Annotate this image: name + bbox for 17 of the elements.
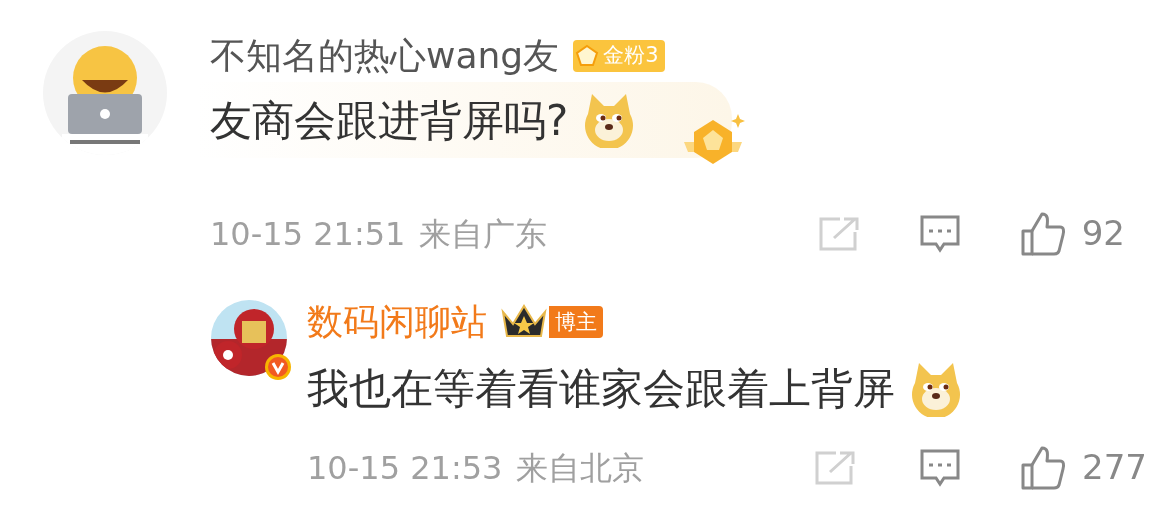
comment-time: 10-15 21:53 xyxy=(307,447,503,489)
comment-location: 来自北京 xyxy=(516,447,645,489)
dog-emoji-icon xyxy=(909,360,963,417)
thumbs-up-icon[interactable] xyxy=(1019,210,1066,257)
thumbs-up-icon[interactable] xyxy=(1020,444,1067,491)
blogger-badge: 博主 xyxy=(549,306,603,338)
like-count: 277 xyxy=(1082,446,1147,489)
comment-location: 来自广东 xyxy=(419,213,548,255)
comment-text: 友商会跟进背屏吗? xyxy=(210,94,569,147)
comment-text: 我也在等着看谁家会跟着上背屏 xyxy=(307,363,895,415)
comment-time: 10-15 21:51 xyxy=(210,213,406,255)
diamond-icon xyxy=(575,44,600,68)
author-name[interactable]: 不知名的热心wang友 xyxy=(210,29,560,83)
badge-label: 金粉3 xyxy=(603,42,659,70)
like-count: 92 xyxy=(1081,212,1125,255)
comment-icon[interactable] xyxy=(918,447,963,488)
verified-icon xyxy=(264,353,292,381)
